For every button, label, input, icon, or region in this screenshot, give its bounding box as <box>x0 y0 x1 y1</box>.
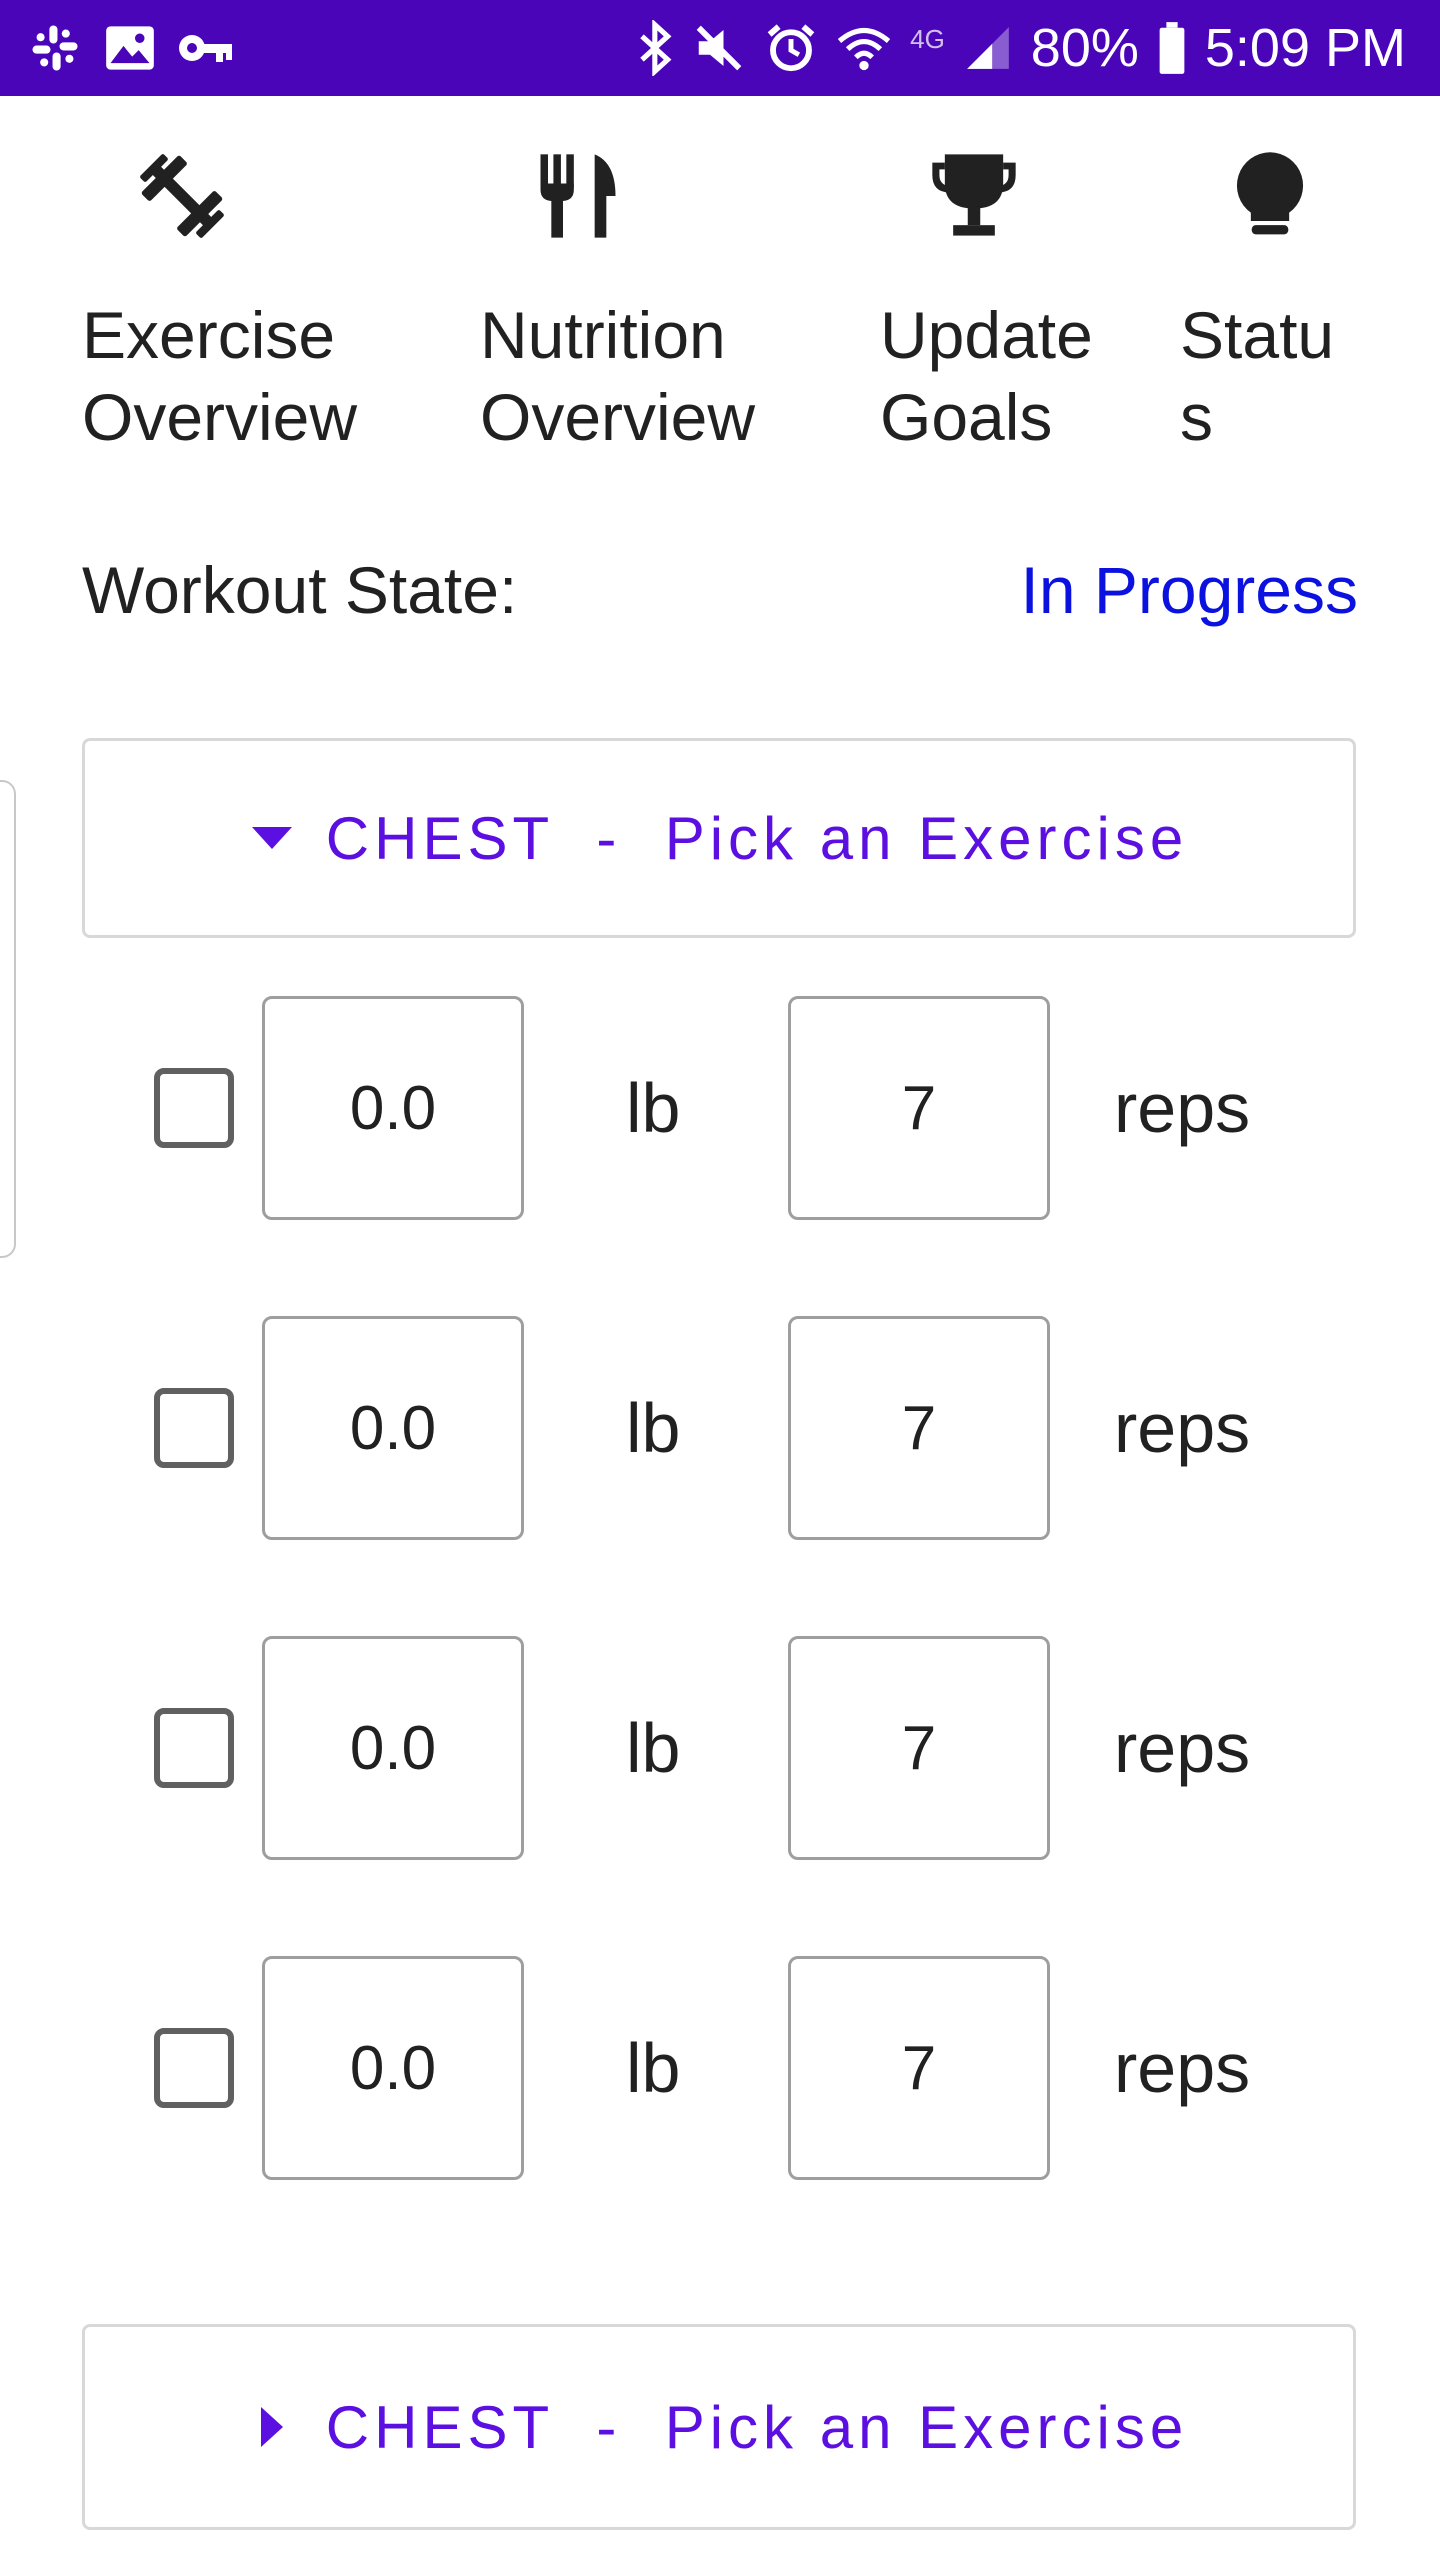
set-row: 0.0 lb 7 reps <box>0 996 1440 1220</box>
wifi-icon <box>837 27 891 71</box>
nav-label-update-goals: Update Goals <box>880 298 1093 454</box>
lightbulb-icon <box>1236 152 1304 235</box>
reps-input[interactable]: 7 <box>788 1636 1050 1860</box>
trophy-icon <box>932 154 1016 236</box>
reps-unit-label: reps <box>1114 1389 1251 1467</box>
nav-nutrition-overview[interactable]: Nutrition Overview <box>472 96 812 476</box>
signal-icon <box>966 27 1009 69</box>
reps-unit-label: reps <box>1114 1709 1251 1787</box>
reps-unit-label: reps <box>1114 2029 1251 2107</box>
reps-input[interactable]: 7 <box>788 1956 1050 2180</box>
nav-label-nutrition-overview: Nutrition Overview <box>480 298 756 454</box>
exercise-picker-label: CHEST - Pick an Exercise <box>325 804 1189 872</box>
set-row: 0.0 lb 7 reps <box>0 1956 1440 2180</box>
exercise-picker-collapsed[interactable]: CHEST - Pick an Exercise <box>82 2324 1356 2530</box>
weight-input[interactable]: 0.0 <box>262 1956 524 2180</box>
clock: 5:09 PM <box>1204 18 1406 78</box>
set-row: 0.0 lb 7 reps <box>0 1636 1440 1860</box>
set-complete-checkbox[interactable] <box>154 2028 234 2108</box>
status-bar-right: 4G 80% 5:09 PM <box>638 14 1406 82</box>
battery-percent: 80% <box>1030 18 1139 78</box>
nav-label-status: Statu s <box>1180 298 1335 454</box>
status-bar-left <box>28 20 234 76</box>
exercise-picker-label: CHEST - Pick an Exercise <box>325 2393 1189 2461</box>
exercise-picker-expanded[interactable]: CHEST - Pick an Exercise <box>82 738 1356 938</box>
fork-knife-icon <box>540 154 616 238</box>
slack-icon <box>32 25 78 71</box>
key-icon <box>179 35 232 62</box>
top-nav: Exercise Overview Nutrition Overview Upd <box>0 96 1440 496</box>
workout-state-value: In Progress <box>1020 553 1358 627</box>
network-type: 4G <box>910 23 945 54</box>
set-row: 0.0 lb 7 reps <box>0 1316 1440 1540</box>
weight-input[interactable]: 0.0 <box>262 1636 524 1860</box>
dumbbell-icon <box>140 154 224 238</box>
weight-unit-label: lb <box>626 1389 681 1467</box>
reps-unit-label: reps <box>1114 1069 1251 1147</box>
reps-input[interactable]: 7 <box>788 996 1050 1220</box>
nav-status[interactable]: Statu s <box>1172 96 1392 476</box>
image-icon <box>106 26 154 70</box>
weight-input[interactable]: 0.0 <box>262 1316 524 1540</box>
bluetooth-icon <box>640 20 672 76</box>
battery-icon <box>1159 22 1185 74</box>
caret-right-icon <box>250 2405 294 2449</box>
set-complete-checkbox[interactable] <box>154 1068 234 1148</box>
reps-input[interactable]: 7 <box>788 1316 1050 1540</box>
alarm-icon <box>767 24 815 72</box>
weight-unit-label: lb <box>626 1069 681 1147</box>
caret-down-icon <box>250 816 294 860</box>
weight-unit-label: lb <box>626 1709 681 1787</box>
nav-exercise-overview[interactable]: Exercise Overview <box>72 96 412 476</box>
nav-label-exercise-overview: Exercise Overview <box>82 298 358 454</box>
workout-state-label: Workout State: <box>82 553 518 627</box>
set-complete-checkbox[interactable] <box>154 1708 234 1788</box>
set-complete-checkbox[interactable] <box>154 1388 234 1468</box>
weight-unit-label: lb <box>626 2029 681 2107</box>
weight-input[interactable]: 0.0 <box>262 996 524 1220</box>
nav-update-goals[interactable]: Update Goals <box>872 96 1152 476</box>
mute-icon <box>696 25 742 71</box>
status-bar: 4G 80% 5:09 PM <box>0 0 1440 96</box>
